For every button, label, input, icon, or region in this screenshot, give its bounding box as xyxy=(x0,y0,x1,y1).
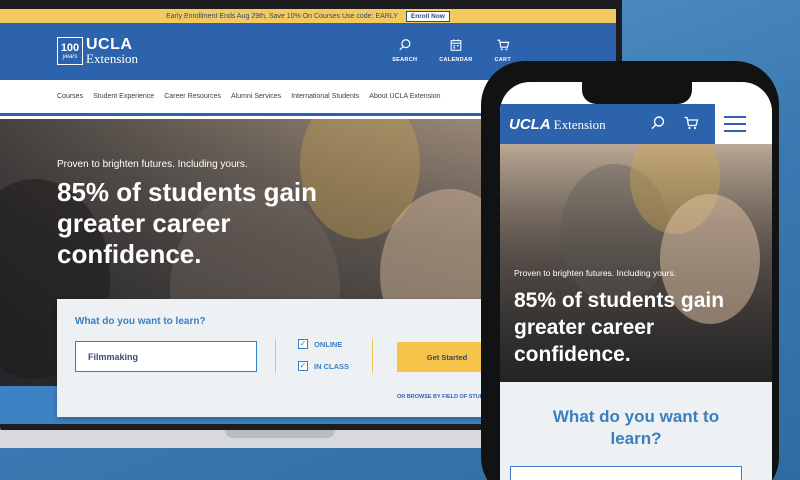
course-search-card: What do you want to learn? Filmmaking ✓ … xyxy=(57,299,497,417)
divider xyxy=(275,339,276,373)
centennial-badge: 100 years xyxy=(57,37,83,65)
mobile-hero-headline: 85% of students gain greater career conf… xyxy=(514,289,725,366)
mobile-header: UCLA Extension xyxy=(500,104,772,144)
calendar-action[interactable]: CALENDAR xyxy=(439,38,472,63)
cart-icon xyxy=(497,39,510,51)
mobile-screen: UCLA Extension Proven to brighten future… xyxy=(500,82,772,480)
promo-text: Early Enrollment Ends Aug 29th, Save 10%… xyxy=(166,12,398,20)
site-logo[interactable]: 100 years UCLA Extension xyxy=(57,35,138,66)
header-actions: SEARCH CALENDAR CART xyxy=(392,38,511,63)
enroll-now-button[interactable]: Enroll Now xyxy=(405,10,450,22)
nav-about[interactable]: About UCLA Extension xyxy=(369,93,440,100)
nav-international-students[interactable]: International Students xyxy=(291,93,359,100)
nav-courses[interactable]: Courses xyxy=(57,93,83,100)
logo-wordmark: UCLA Extension xyxy=(86,35,138,66)
divider xyxy=(372,339,373,373)
mobile-header-bar: UCLA Extension xyxy=(500,104,715,144)
search-icon xyxy=(399,39,411,51)
search-action[interactable]: SEARCH xyxy=(392,38,417,63)
mobile-cart-icon[interactable] xyxy=(683,115,699,136)
nav-alumni-services[interactable]: Alumni Services xyxy=(231,93,281,100)
cart-action[interactable]: CART xyxy=(495,38,511,63)
promo-bar: Early Enrollment Ends Aug 29th, Save 10%… xyxy=(0,9,616,23)
in-class-checkbox[interactable]: ✓ xyxy=(298,361,308,371)
course-search-input[interactable]: Filmmaking xyxy=(75,341,257,372)
mobile-search-icon[interactable] xyxy=(650,115,666,136)
mobile-search-input[interactable] xyxy=(510,466,742,480)
mobile-search-section: What do you want to learn? xyxy=(500,382,772,480)
menu-icon[interactable] xyxy=(724,116,746,132)
phone-notch xyxy=(582,82,692,104)
mobile-logo[interactable]: UCLA Extension xyxy=(509,116,606,133)
mobile-search-title: What do you want to learn? xyxy=(552,407,720,448)
nav-career-resources[interactable]: Career Resources xyxy=(164,93,221,100)
browse-by-field-link[interactable]: OR BROWSE BY FIELD OF STUD xyxy=(397,394,484,400)
in-class-option[interactable]: ✓ IN CLASS xyxy=(298,361,349,371)
hero-headline: 85% of students gain greater career conf… xyxy=(57,177,318,269)
online-checkbox[interactable]: ✓ xyxy=(298,339,308,349)
online-option[interactable]: ✓ ONLINE xyxy=(298,339,342,349)
laptop-notch xyxy=(225,430,335,438)
mobile-hero: Proven to brighten futures. Including yo… xyxy=(500,144,772,382)
calendar-icon xyxy=(450,39,462,51)
hero-eyebrow: Proven to brighten futures. Including yo… xyxy=(57,159,248,170)
mobile-hero-eyebrow: Proven to brighten futures. Including yo… xyxy=(514,268,677,278)
nav-student-experience[interactable]: Student Experience xyxy=(93,93,154,100)
search-title: What do you want to learn? xyxy=(75,316,206,327)
